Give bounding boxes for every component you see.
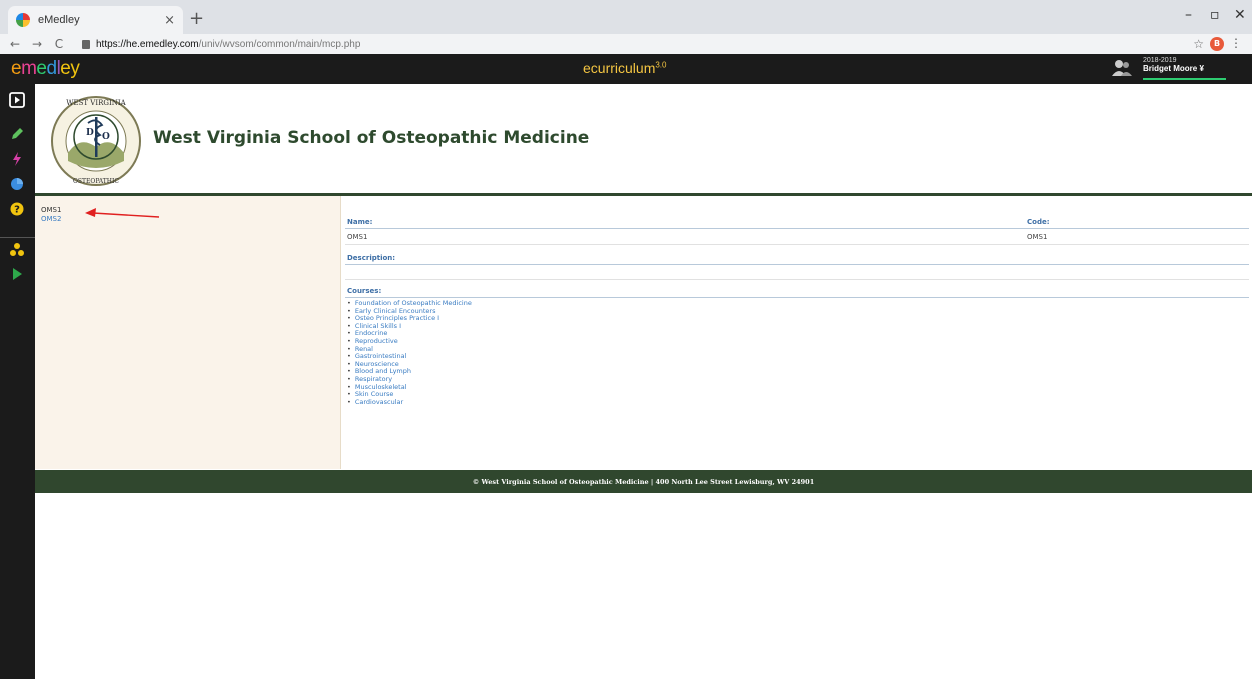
- profile-avatar[interactable]: B: [1210, 37, 1224, 51]
- name-value: OMS1: [347, 233, 368, 241]
- footer-text: © West Virginia School of Osteopathic Me…: [472, 477, 815, 486]
- school-seal-logo: D O WEST VIRGINIA OSTEOPATHIC: [51, 96, 141, 186]
- curriculum-tree: OMS1 OMS2: [35, 196, 341, 469]
- app-title: ecurriculum3.0: [583, 60, 667, 76]
- svg-text:D: D: [86, 128, 94, 138]
- url-field[interactable]: https://he.emedley.com/univ/wvsom/common…: [82, 35, 360, 53]
- minimize-button[interactable]: –: [1185, 7, 1192, 23]
- page-footer: © West Virginia School of Osteopathic Me…: [35, 470, 1252, 493]
- tab-title: eMedley: [38, 14, 80, 26]
- app-header: emedley ecurriculum3.0: [0, 54, 1252, 84]
- play-icon[interactable]: [9, 266, 25, 282]
- courses-divider: [345, 297, 1249, 298]
- description-label: Description:: [347, 254, 396, 262]
- pie-chart-icon[interactable]: [9, 176, 25, 192]
- svg-text:OSTEOPATHIC: OSTEOPATHIC: [73, 178, 119, 185]
- course-link[interactable]: • Cardiovascular: [347, 398, 472, 407]
- code-value: OMS1: [1027, 233, 1048, 241]
- name-label: Name:: [347, 218, 373, 226]
- reload-icon[interactable]: C: [52, 37, 66, 51]
- help-icon[interactable]: ?: [9, 201, 25, 217]
- school-name: West Virginia School of Osteopathic Medi…: [153, 128, 590, 148]
- browser-tab[interactable]: eMedley ×: [8, 6, 183, 34]
- row-divider: [345, 244, 1249, 245]
- svg-text:WEST VIRGINIA: WEST VIRGINIA: [66, 99, 126, 107]
- svg-text:O: O: [102, 132, 110, 142]
- svg-text:?: ?: [14, 205, 20, 216]
- name-divider: [345, 228, 1249, 229]
- address-bar: ← → C https://he.emedley.com/univ/wvsom/…: [0, 34, 1252, 54]
- org-icon[interactable]: [9, 242, 25, 258]
- user-name: Bridget Moore ¥: [1143, 64, 1204, 73]
- bookmark-star-icon[interactable]: ☆: [1193, 37, 1204, 51]
- user-menu[interactable]: 2018-2019 Bridget Moore ¥: [1143, 57, 1204, 73]
- icon-sidebar: ?: [0, 84, 35, 679]
- users-icon[interactable]: [1112, 59, 1132, 77]
- app-version: 3.0: [655, 60, 667, 70]
- description-divider: [345, 264, 1249, 265]
- red-arrow-annotation: [85, 208, 160, 218]
- user-underline: [1143, 78, 1226, 80]
- presentation-icon[interactable]: [9, 92, 25, 108]
- tree-item-oms1[interactable]: OMS1: [41, 206, 61, 214]
- code-label: Code:: [1027, 218, 1050, 226]
- browser-menu-icon[interactable]: ⋮: [1230, 36, 1242, 50]
- academic-year: 2018-2019: [1143, 57, 1177, 64]
- courses-label: Courses:: [347, 287, 382, 295]
- close-window-button[interactable]: ✕: [1234, 7, 1246, 23]
- forward-icon[interactable]: →: [30, 37, 44, 51]
- tree-item-oms2[interactable]: OMS2: [41, 215, 61, 223]
- emedley-logo[interactable]: emedley: [11, 58, 80, 80]
- url-host: https://he.emedley.com: [96, 38, 199, 50]
- url-path: /univ/wvsom/common/main/mcp.php: [198, 38, 361, 50]
- new-tab-button[interactable]: +: [189, 8, 204, 29]
- lock-icon: [82, 39, 90, 49]
- lightning-icon[interactable]: [9, 151, 25, 167]
- emedley-favicon-icon: [16, 13, 30, 27]
- pencil-icon[interactable]: [9, 126, 25, 142]
- back-icon[interactable]: ←: [8, 37, 22, 51]
- detail-panel: [341, 196, 1252, 469]
- restore-button[interactable]: ▫: [1210, 7, 1220, 23]
- sidebar-separator: [0, 237, 35, 238]
- tab-close-icon[interactable]: ×: [164, 13, 175, 28]
- course-list: • Foundation of Osteopathic Medicine • Ear…: [347, 299, 472, 407]
- description-bottom-divider: [345, 279, 1249, 280]
- browser-tab-bar: eMedley × + – ▫ ✕: [0, 0, 1252, 34]
